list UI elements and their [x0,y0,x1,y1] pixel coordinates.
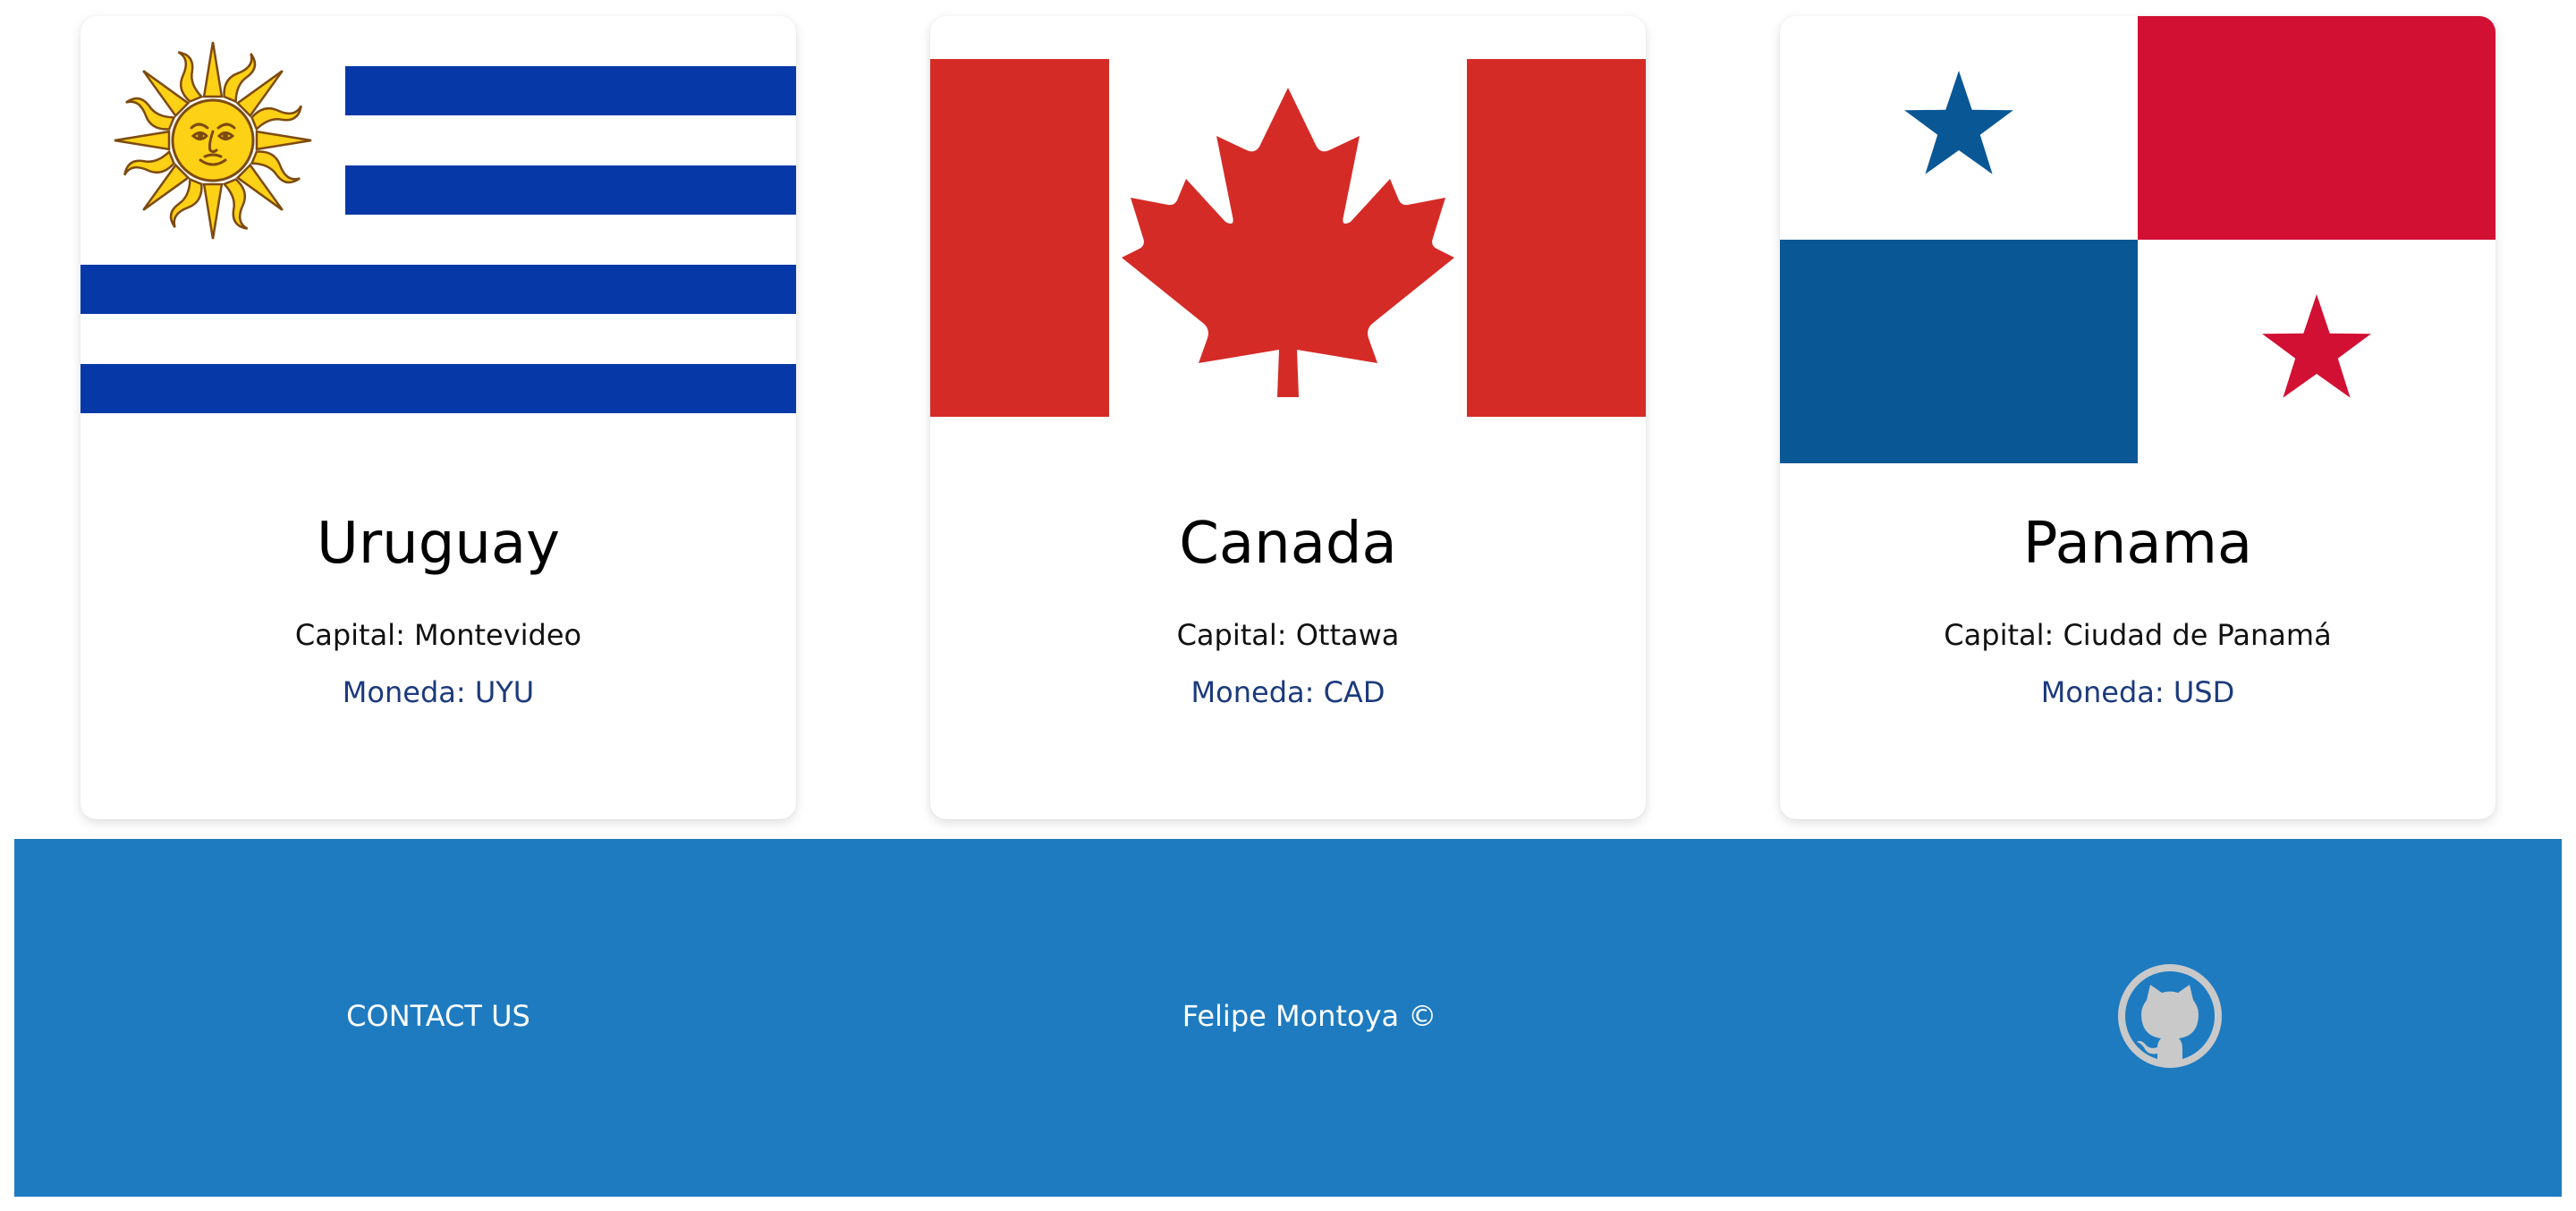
github-icon[interactable] [2114,961,2225,1071]
country-card-panama: Panama Capital: Ciudad de Panamá Moneda:… [1780,16,2496,819]
site-footer: CONTACT US Felipe Montoya © [14,839,2562,1197]
country-name: Uruguay [317,511,560,577]
country-name: Panama [2022,511,2253,577]
country-currency: Moneda: UYU [342,675,535,709]
country-capital: Capital: Ottawa [1176,618,1400,652]
country-card-uruguay: Uruguay Capital: Montevideo Moneda: UYU [80,16,796,819]
contact-us-link[interactable]: CONTACT US [14,996,862,1036]
country-currency: Moneda: CAD [1191,675,1385,709]
flag-panama-icon [1780,16,2496,463]
country-currency: Moneda: USD [2040,675,2235,709]
country-capital: Capital: Ciudad de Panamá [1944,618,2332,652]
country-card-canada: Canada Capital: Ottawa Moneda: CAD [930,16,1646,819]
country-capital: Capital: Montevideo [294,618,582,652]
country-name: Canada [1179,511,1397,577]
flag-uruguay-icon [80,16,796,417]
copyright-text: Felipe Montoya © [1182,999,1437,1033]
flag-canada-icon [930,59,1646,417]
